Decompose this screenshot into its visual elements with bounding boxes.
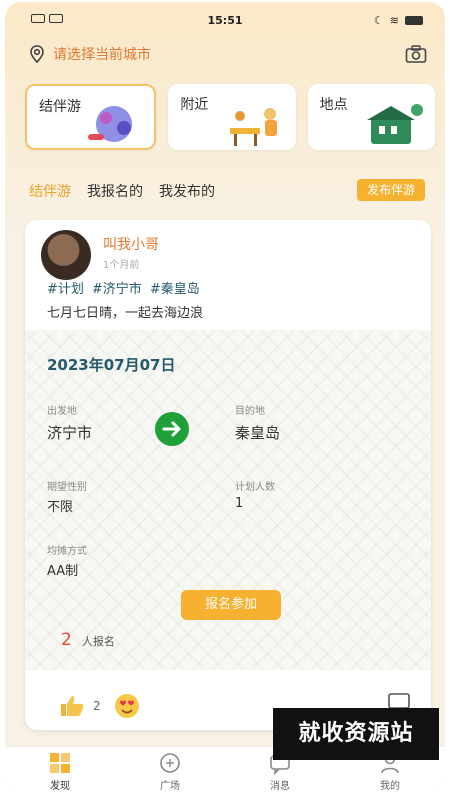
- moon-icon: ☾: [373, 14, 384, 27]
- departure-label: 出发地: [47, 406, 77, 417]
- tag-item[interactable]: #秦皇岛: [150, 278, 200, 297]
- camera-icon[interactable]: [405, 44, 427, 64]
- city-select-text[interactable]: 请选择当前城市: [53, 44, 151, 64]
- category-cards: 结伴游 附近 地点: [25, 84, 435, 150]
- gender-value: 不限: [47, 500, 74, 515]
- card-label: 结伴游: [39, 99, 81, 115]
- tab-travel-partner[interactable]: 结伴游: [29, 181, 71, 201]
- heart-eyes-emoji-icon[interactable]: [113, 692, 141, 720]
- publish-button[interactable]: 发布伴游: [356, 179, 425, 201]
- tab-my-posts[interactable]: 我发布的: [159, 181, 215, 201]
- square-icon: [160, 753, 180, 773]
- tab-my-signups[interactable]: 我报名的: [87, 181, 143, 201]
- post-card[interactable]: 叫我小哥 1个月前 #计划 #济宁市 #秦皇岛 七月七日晴，一起去海边浪 202…: [25, 220, 431, 730]
- card-label: 地点: [319, 97, 348, 113]
- cost-value: AA制: [47, 564, 79, 579]
- nav-discover[interactable]: 发现: [5, 747, 115, 791]
- departure-value: 济宁市: [47, 424, 93, 442]
- trip-date: 2023年07月07日: [47, 356, 176, 374]
- location-pin-icon: [30, 45, 44, 64]
- people-value: 1: [235, 496, 244, 511]
- places-illustration-icon: [366, 104, 423, 144]
- post-actions: 2: [59, 692, 141, 720]
- signup-label: 人报名: [81, 635, 115, 648]
- cost-label: 均摊方式: [47, 546, 87, 557]
- card-places[interactable]: 地点: [307, 84, 435, 150]
- thumbs-up-icon[interactable]: [59, 694, 85, 718]
- signup-count: 2: [61, 630, 72, 650]
- destination-value: 秦皇岛: [235, 424, 281, 442]
- post-time: 1个月前: [103, 260, 140, 271]
- card-nearby[interactable]: 附近: [168, 84, 296, 150]
- gender-label: 期望性别: [47, 482, 87, 493]
- status-bar: 15:51 ☾ ≋: [5, 14, 445, 32]
- tag-item[interactable]: #济宁市: [92, 278, 142, 297]
- nav-square[interactable]: 广场: [115, 747, 225, 791]
- author-name[interactable]: 叫我小哥: [103, 234, 159, 254]
- card-travel-partner[interactable]: 结伴游: [25, 84, 157, 150]
- battery-icon: [405, 16, 423, 25]
- post-description: 七月七日晴，一起去海边浪: [47, 306, 204, 321]
- card-label: 附近: [180, 97, 209, 113]
- people-label: 计划人数: [235, 482, 275, 493]
- tag-item[interactable]: #计划: [47, 278, 84, 297]
- destination-label: 目的地: [235, 406, 265, 417]
- nav-label: 我的: [380, 781, 400, 791]
- join-button[interactable]: 报名参加: [181, 590, 281, 620]
- wifi-icon: ≋: [389, 14, 399, 27]
- watermark-overlay: 就收资源站: [273, 708, 439, 760]
- arrow-right-icon: [155, 412, 189, 446]
- avatar[interactable]: [41, 230, 91, 280]
- nav-label: 发现: [50, 781, 70, 791]
- travel-partner-illustration-icon: [88, 106, 133, 142]
- status-right: ☾ ≋: [374, 14, 423, 27]
- location-row[interactable]: 请选择当前城市: [27, 44, 427, 64]
- app-screen: 15:51 ☾ ≋ 请选择当前城市 结伴游 附近 地点 结伴游 我报名的 我发布…: [5, 2, 445, 791]
- like-count: 2: [93, 699, 101, 713]
- tab-bar: 结伴游 我报名的 我发布的 发布伴游: [29, 179, 439, 203]
- signup-count-row: 2 人报名: [61, 630, 115, 650]
- nav-label: 广场: [160, 781, 180, 791]
- nav-label: 消息: [270, 781, 290, 791]
- discover-icon: [50, 753, 70, 773]
- tag-list: #计划 #济宁市 #秦皇岛: [47, 278, 200, 297]
- nearby-illustration-icon: [229, 108, 277, 146]
